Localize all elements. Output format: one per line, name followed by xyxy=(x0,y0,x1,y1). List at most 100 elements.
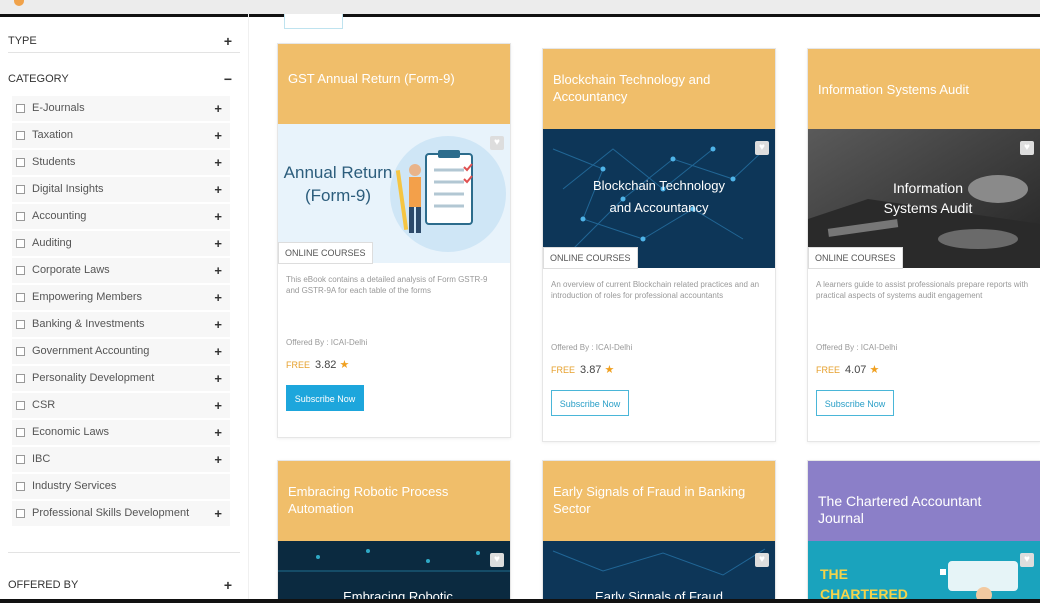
category-label: Banking & Investments xyxy=(32,318,145,330)
expand-icon[interactable]: + xyxy=(214,258,222,283)
category-checkbox[interactable] xyxy=(16,185,25,194)
expand-icon[interactable]: + xyxy=(214,393,222,418)
star-icon: ★ xyxy=(339,359,350,371)
category-checkbox[interactable] xyxy=(16,131,25,140)
expand-icon[interactable]: + xyxy=(214,285,222,310)
category-checkbox[interactable] xyxy=(16,374,25,383)
category-item[interactable]: Empowering Members + xyxy=(12,285,230,310)
category-checkbox[interactable] xyxy=(16,293,25,302)
heart-icon[interactable]: ♥ xyxy=(755,553,769,567)
expand-icon[interactable]: + xyxy=(214,231,222,256)
filter-offered-by-header[interactable]: OFFERED BY + xyxy=(8,574,240,596)
price-rating: FREE 3.82 ★ xyxy=(286,358,349,371)
category-checkbox[interactable] xyxy=(16,428,25,437)
category-item[interactable]: Economic Laws + xyxy=(12,420,230,445)
expand-icon[interactable]: + xyxy=(224,574,232,596)
category-checkbox[interactable] xyxy=(16,401,25,410)
expand-icon[interactable]: + xyxy=(214,150,222,175)
category-item[interactable]: Corporate Laws + xyxy=(12,258,230,283)
card-title[interactable]: The Chartered Accountant Journal xyxy=(808,461,1040,541)
course-card[interactable]: Information Systems Audit Information Sy… xyxy=(807,48,1040,442)
expand-icon[interactable]: + xyxy=(214,420,222,445)
expand-icon[interactable]: + xyxy=(214,177,222,202)
heart-icon[interactable]: ♥ xyxy=(1020,553,1034,567)
filter-offered-by-label: OFFERED BY xyxy=(8,579,79,591)
category-item[interactable]: E-Journals + xyxy=(12,96,230,121)
image-caption: Information xyxy=(893,180,963,196)
category-label: Industry Services xyxy=(32,480,117,492)
course-card[interactable]: Early Signals of Fraud in Banking Sector… xyxy=(542,460,776,603)
category-item[interactable]: Accounting + xyxy=(12,204,230,229)
category-item[interactable]: Auditing + xyxy=(12,231,230,256)
filter-type-header[interactable]: TYPE + xyxy=(8,30,240,53)
course-description: A learners guide to assist professionals… xyxy=(816,280,1029,300)
expand-icon[interactable]: + xyxy=(214,312,222,337)
course-card[interactable]: GST Annual Return (Form-9) Annual Return xyxy=(277,43,511,438)
category-item[interactable]: Industry Services xyxy=(12,474,230,499)
category-checkbox[interactable] xyxy=(16,104,25,113)
category-item[interactable]: Banking & Investments + xyxy=(12,312,230,337)
expand-icon[interactable]: + xyxy=(214,96,222,121)
category-item[interactable]: Professional Skills Development + xyxy=(12,501,230,526)
image-caption: and Accountancy xyxy=(609,200,709,215)
divider xyxy=(8,552,240,553)
filter-category-label: CATEGORY xyxy=(8,73,69,85)
card-title[interactable]: GST Annual Return (Form-9) xyxy=(278,44,510,124)
collapse-icon[interactable]: − xyxy=(224,68,232,90)
category-item[interactable]: IBC + xyxy=(12,447,230,472)
category-checkbox[interactable] xyxy=(16,509,25,518)
heart-icon[interactable]: ♥ xyxy=(490,553,504,567)
category-item[interactable]: Government Accounting + xyxy=(12,339,230,364)
card-title[interactable]: Blockchain Technology and Accountancy xyxy=(543,49,775,129)
category-checkbox[interactable] xyxy=(16,482,25,491)
card-title[interactable]: Early Signals of Fraud in Banking Sector xyxy=(543,461,775,541)
category-item[interactable]: CSR + xyxy=(12,393,230,418)
card-title[interactable]: Embracing Robotic Process Automation xyxy=(278,461,510,541)
category-label: Accounting xyxy=(32,210,87,222)
course-image: Early Signals of Fraud ♥ xyxy=(543,541,775,603)
subscribe-button[interactable]: Subscribe Now xyxy=(816,390,894,416)
subscribe-button[interactable]: Subscribe Now xyxy=(551,390,629,416)
category-item[interactable]: Personality Development + xyxy=(12,366,230,391)
expand-icon[interactable]: + xyxy=(224,30,232,52)
category-label: Digital Insights xyxy=(32,183,104,195)
fraud-signals-illustration: Early Signals of Fraud xyxy=(543,541,775,603)
heart-icon[interactable]: ♥ xyxy=(490,136,504,150)
category-checkbox[interactable] xyxy=(16,455,25,464)
expand-icon[interactable]: + xyxy=(214,447,222,472)
filter-category-header[interactable]: CATEGORY − xyxy=(8,68,240,90)
category-item[interactable]: Students + xyxy=(12,150,230,175)
card-title[interactable]: Information Systems Audit xyxy=(808,49,1040,129)
expand-icon[interactable]: + xyxy=(214,366,222,391)
category-label: Students xyxy=(32,156,76,168)
category-checkbox[interactable] xyxy=(16,239,25,248)
course-type-tag: ONLINE COURSES xyxy=(278,242,373,264)
offered-by: Offered By : ICAI-Delhi xyxy=(816,343,898,352)
category-item[interactable]: Digital Insights + xyxy=(12,177,230,202)
rating-value: 3.82 xyxy=(315,359,337,371)
rating-value: 4.07 xyxy=(845,364,867,376)
category-checkbox[interactable] xyxy=(16,347,25,356)
expand-icon[interactable]: + xyxy=(214,204,222,229)
expand-icon[interactable]: + xyxy=(214,339,222,364)
expand-icon[interactable]: + xyxy=(214,123,222,148)
top-button-stub[interactable] xyxy=(284,14,343,29)
category-label: Personality Development xyxy=(32,372,155,384)
course-card[interactable]: Blockchain Technology and Accountancy Bl… xyxy=(542,48,776,442)
filter-type-label: TYPE xyxy=(8,35,37,47)
course-description: This eBook contains a detailed analysis … xyxy=(286,275,488,295)
heart-icon[interactable]: ♥ xyxy=(1020,141,1034,155)
course-card[interactable]: The Chartered Accountant Journal THE CHA… xyxy=(807,460,1040,603)
heart-icon[interactable]: ♥ xyxy=(755,141,769,155)
category-item[interactable]: Taxation + xyxy=(12,123,230,148)
category-checkbox[interactable] xyxy=(16,158,25,167)
category-checkbox[interactable] xyxy=(16,320,25,329)
course-type-tag: ONLINE COURSES xyxy=(543,247,638,269)
price-label: FREE xyxy=(286,360,311,370)
category-checkbox[interactable] xyxy=(16,266,25,275)
expand-icon[interactable]: + xyxy=(214,501,222,526)
course-card[interactable]: Embracing Robotic Process Automation Emb… xyxy=(277,460,511,603)
subscribe-button[interactable]: Subscribe Now xyxy=(286,385,364,411)
offered-by: Offered By : ICAI-Delhi xyxy=(551,343,633,352)
category-checkbox[interactable] xyxy=(16,212,25,221)
